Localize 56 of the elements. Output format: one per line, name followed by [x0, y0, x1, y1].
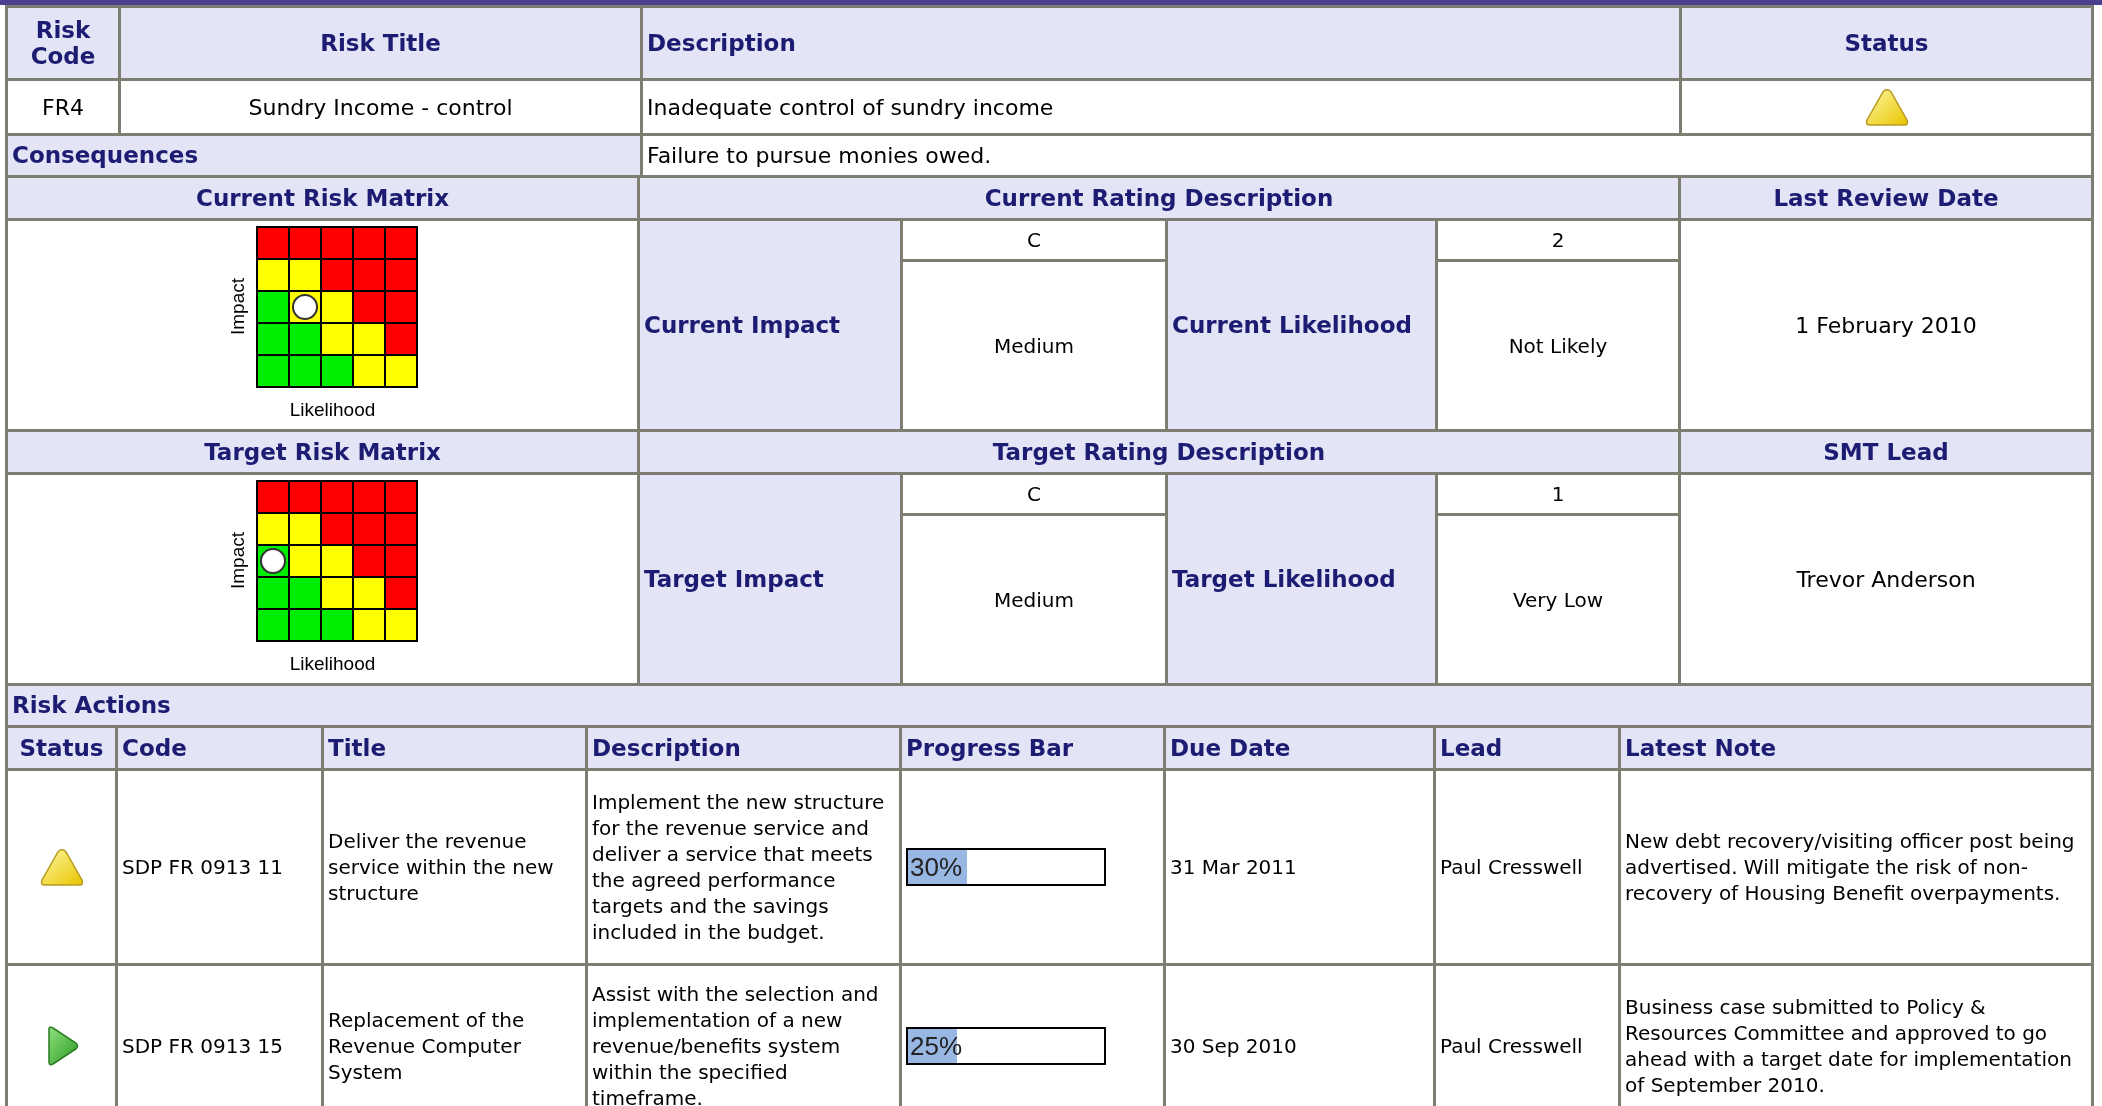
- axis-label: Impact: [226, 532, 249, 590]
- table-cell: Medium: [903, 262, 1165, 429]
- section-header: Target Rating Description: [640, 432, 1678, 472]
- row-header: Target Likelihood: [1168, 475, 1435, 683]
- table-cell: 31 Mar 2011: [1166, 771, 1433, 963]
- table-cell: Trevor Anderson: [1681, 475, 2091, 683]
- progress-label: 25%: [910, 1030, 963, 1063]
- table-cell: Paul Cresswell: [1436, 966, 1618, 1106]
- column-header: Description: [643, 8, 1679, 78]
- section-header: Target Risk Matrix: [8, 432, 637, 472]
- column-header: Progress Bar: [902, 728, 1163, 768]
- column-header: Code: [118, 728, 321, 768]
- column-header: Lead: [1436, 728, 1618, 768]
- table-cell: Paul Cresswell: [1436, 771, 1618, 963]
- column-header: Status: [1682, 8, 2091, 78]
- section-header: Risk Actions: [8, 686, 2091, 725]
- table-cell: SDP FR 0913 15: [118, 966, 321, 1106]
- row-header: Consequences: [8, 136, 640, 175]
- section-header: Last Review Date: [1681, 178, 2091, 218]
- table-cell: Replacement of the Revenue Computer System: [324, 966, 585, 1106]
- axis-label: Likelihood: [289, 653, 376, 675]
- row-header: Target Impact: [640, 475, 900, 683]
- column-header: Risk Code: [8, 8, 118, 78]
- row-header: Current Likelihood: [1168, 221, 1435, 429]
- column-header: Due Date: [1166, 728, 1433, 768]
- column-header: Latest Note: [1621, 728, 2091, 768]
- row-header: Current Impact: [640, 221, 900, 429]
- table-cell: New debt recovery/visiting officer post being advertised. Will mitigate the risk of non-recovery of Housing Benefit overpayments.: [1621, 771, 2091, 963]
- column-header: Title: [324, 728, 585, 768]
- table-cell: FR4: [8, 81, 118, 133]
- column-header: Description: [588, 728, 899, 768]
- table-cell: Inadequate control of sundry income: [643, 81, 1679, 133]
- table-cell: C: [903, 475, 1165, 513]
- section-header: Current Risk Matrix: [8, 178, 637, 218]
- column-header: Status: [8, 728, 115, 768]
- table-cell: 2: [1438, 221, 1678, 259]
- section-header: SMT Lead: [1681, 432, 2091, 472]
- section-header: Current Rating Description: [640, 178, 1678, 218]
- table-cell: Implement the new structure for the revenue service and deliver a service that meets the agreed performance targets and the savings included in the budget.: [588, 771, 899, 963]
- table-cell: Very Low: [1438, 516, 1678, 683]
- column-header: Risk Title: [121, 8, 640, 78]
- table-cell: 30 Sep 2010: [1166, 966, 1433, 1106]
- table-cell: 1: [1438, 475, 1678, 513]
- table-cell: Business case submitted to Policy & Resources Committee and approved to go ahead with a target date for implementation of September 2010.: [1621, 966, 2091, 1106]
- table-cell: Failure to pursue monies owed.: [643, 136, 2091, 175]
- table-cell: Medium: [903, 516, 1165, 683]
- axis-label: Likelihood: [289, 399, 376, 421]
- table-cell: SDP FR 0913 11: [118, 771, 321, 963]
- table-cell: Deliver the revenue service within the new structure: [324, 771, 585, 963]
- axis-label: Impact: [226, 278, 249, 336]
- table-cell: Sundry Income - control: [121, 81, 640, 133]
- table-cell: Assist with the selection and implementation of a new revenue/benefits system within the specified timeframe.: [588, 966, 899, 1106]
- table-cell: 1 February 2010: [1681, 221, 2091, 429]
- progress-label: 30%: [910, 851, 963, 884]
- table-cell: C: [903, 221, 1165, 259]
- table-cell: Not Likely: [1438, 262, 1678, 429]
